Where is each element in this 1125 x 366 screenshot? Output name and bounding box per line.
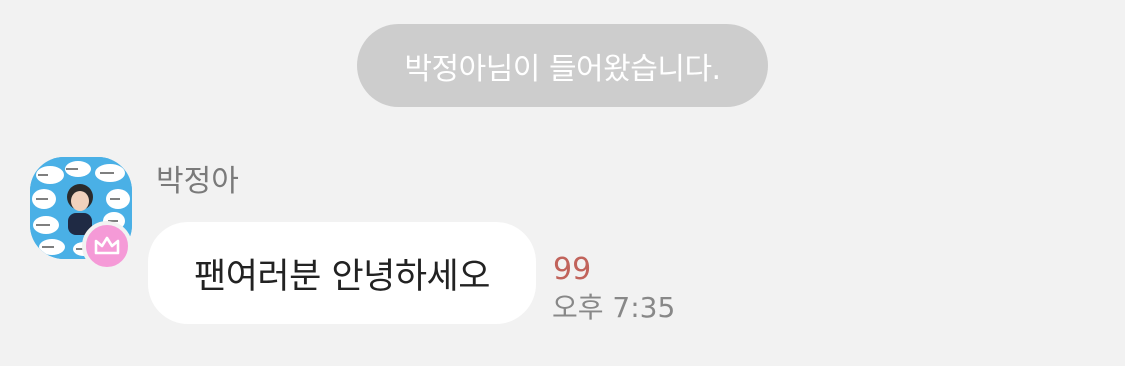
message-timestamp: 오후 7:35 — [552, 291, 676, 324]
crown-icon — [94, 236, 120, 255]
sender-name: 박정아 — [156, 164, 239, 199]
message-bubble[interactable]: 팬여러분 안녕하세오 — [148, 222, 536, 324]
sender-avatar[interactable] — [30, 157, 132, 271]
unread-count: 99 — [553, 252, 592, 287]
system-join-notice: 박정아님이 들어왔습니다. — [357, 24, 768, 107]
crown-badge — [82, 221, 132, 271]
